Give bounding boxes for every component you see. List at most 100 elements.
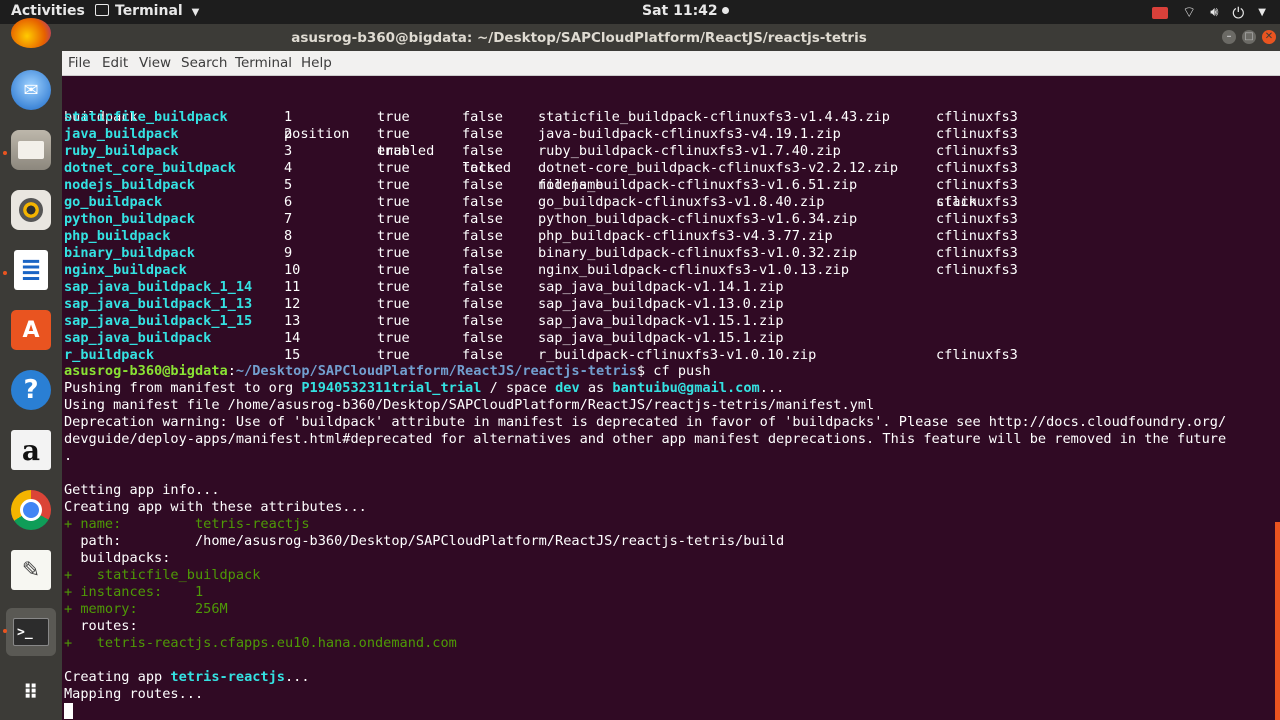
activities-button[interactable]: Activities xyxy=(11,3,85,19)
buildpack-filename: php_buildpack-cflinuxfs3-v4.3.77.zip xyxy=(538,228,833,244)
buildpack-position: 15 xyxy=(284,347,301,363)
buildpack-filename: sap_java_buildpack-v1.13.0.zip xyxy=(538,296,784,312)
top-bar: Activities Terminal ▼ Sat 11:42 ⌔ 🔊︎ ⏻ ▼ xyxy=(0,0,1280,24)
deprecation-line-1: Deprecation warning: Use of 'buildpack' … xyxy=(64,414,1227,430)
buildpack-filename: staticfile_buildpack-cflinuxfs3-v1.4.43.… xyxy=(538,109,890,125)
buildpack-enabled: true xyxy=(377,245,410,261)
attr-routes-line: routes: xyxy=(64,618,138,634)
push-mid: / space xyxy=(481,380,556,396)
menu-file[interactable]: File xyxy=(68,55,91,71)
menu-terminal[interactable]: Terminal xyxy=(235,55,292,71)
creating-prefix: Creating app xyxy=(64,669,171,685)
files-icon[interactable] xyxy=(11,130,51,170)
buildpack-enabled: true xyxy=(377,347,410,363)
manifest-line: Using manifest file /home/asusrog-b360/D… xyxy=(64,397,875,413)
prompt-user: asusrog-b360@bigdata xyxy=(64,363,228,379)
software-center-icon[interactable]: A xyxy=(11,310,51,350)
terminal-app-icon xyxy=(95,4,109,16)
buildpack-name: binary_buildpack xyxy=(64,245,195,261)
menu-view[interactable]: View xyxy=(139,55,171,71)
volume-icon[interactable]: 🔊︎ xyxy=(1210,5,1218,20)
buildpack-locked: false xyxy=(462,347,503,363)
buildpack-position: 3 xyxy=(284,143,293,159)
chevron-down-icon[interactable]: ▼ xyxy=(1258,7,1266,18)
firefox-icon[interactable] xyxy=(11,18,51,48)
wifi-icon[interactable]: ⌔ xyxy=(1182,3,1196,22)
buildpack-position: 7 xyxy=(284,211,293,227)
rhythmbox-icon[interactable] xyxy=(11,190,51,230)
minimize-button[interactable]: – xyxy=(1222,30,1236,44)
chevron-down-icon: ▼ xyxy=(191,7,200,18)
buildpack-stack: cflinuxfs3 xyxy=(936,347,1018,363)
buildpack-position: 9 xyxy=(284,245,293,261)
buildpack-enabled: true xyxy=(377,109,410,125)
buildpack-locked: false xyxy=(462,279,503,295)
close-button[interactable]: ✕ xyxy=(1262,30,1276,44)
buildpack-position: 5 xyxy=(284,177,293,193)
attr-route-line: + tetris-reactjs.cfapps.eu10.hana.ondema… xyxy=(64,635,457,651)
buildpack-filename: sap_java_buildpack-v1.15.1.zip xyxy=(538,330,784,346)
menu-search[interactable]: Search xyxy=(181,55,227,71)
buildpack-name: nginx_buildpack xyxy=(64,262,187,278)
buildpack-filename: dotnet-core_buildpack-cflinuxfs3-v2.2.12… xyxy=(538,160,899,176)
buildpack-locked: false xyxy=(462,211,503,227)
buildpack-filename: ruby_buildpack-cflinuxfs3-v1.7.40.zip xyxy=(538,143,841,159)
amazon-icon[interactable]: a xyxy=(11,430,51,470)
buildpack-enabled: true xyxy=(377,313,410,329)
buildpack-locked: false xyxy=(462,262,503,278)
app-menu-terminal[interactable]: Terminal ▼ xyxy=(95,3,199,19)
menu-help[interactable]: Help xyxy=(301,55,332,71)
terminal-output[interactable]: buildpack position enabled locked filena… xyxy=(62,92,1274,720)
attr-name-line: + name: tetris-reactjs xyxy=(64,516,310,532)
buildpack-stack: cflinuxfs3 xyxy=(936,160,1018,176)
buildpack-name: sap_java_buildpack xyxy=(64,330,212,346)
text-editor-icon[interactable]: ✎ xyxy=(11,550,51,590)
buildpack-filename: sap_java_buildpack-v1.15.1.zip xyxy=(538,313,784,329)
clock[interactable]: Sat 11:42 xyxy=(642,3,729,19)
push-as: as xyxy=(579,380,613,396)
running-indicator xyxy=(3,629,7,633)
buildpack-enabled: true xyxy=(377,279,410,295)
buildpack-stack: cflinuxfs3 xyxy=(936,262,1018,278)
buildpack-enabled: true xyxy=(377,330,410,346)
libreoffice-writer-icon[interactable]: ≣ xyxy=(14,250,48,290)
buildpack-position: 1 xyxy=(284,109,293,125)
push-suffix: ... xyxy=(759,380,785,396)
buildpack-filename: go_buildpack-cflinuxfs3-v1.8.40.zip xyxy=(538,194,825,210)
buildpack-stack: cflinuxfs3 xyxy=(936,194,1018,210)
buildpack-name: sap_java_buildpack_1_15 xyxy=(64,313,253,329)
scrollbar[interactable] xyxy=(1275,522,1280,720)
attr-staticfile-line: + staticfile_buildpack xyxy=(64,567,261,583)
buildpack-filename: nginx_buildpack-cflinuxfs3-v1.0.13.zip xyxy=(538,262,849,278)
maximize-button[interactable]: □ xyxy=(1242,30,1256,44)
buildpack-filename: python_buildpack-cflinuxfs3-v1.6.34.zip xyxy=(538,211,858,227)
buildpack-name: go_buildpack xyxy=(64,194,163,210)
chrome-icon[interactable] xyxy=(11,490,51,530)
buildpack-filename: java-buildpack-cflinuxfs3-v4.19.1.zip xyxy=(538,126,841,142)
space-name: dev xyxy=(555,380,580,396)
buildpack-position: 6 xyxy=(284,194,293,210)
buildpack-locked: false xyxy=(462,160,503,176)
buildpack-name: nodejs_buildpack xyxy=(64,177,195,193)
buildpack-locked: false xyxy=(462,177,503,193)
buildpack-locked: false xyxy=(462,330,503,346)
buildpack-table-header: buildpack position enabled locked filena… xyxy=(64,92,977,210)
window-titlebar[interactable]: asusrog-b360@bigdata: ~/Desktop/SAPCloud… xyxy=(62,24,1280,51)
org-name: P1940532311trial_trial xyxy=(301,380,482,396)
menu-edit[interactable]: Edit xyxy=(102,55,128,71)
screen-record-icon[interactable] xyxy=(1152,6,1169,19)
deprecation-line-2: devguide/deploy-apps/manifest.html#depre… xyxy=(64,431,1227,447)
window-title: asusrog-b360@bigdata: ~/Desktop/SAPCloud… xyxy=(291,30,867,46)
push-line: Pushing from manifest to org P1940532311… xyxy=(64,380,784,397)
terminal-icon[interactable]: >_ xyxy=(6,608,56,656)
help-icon[interactable]: ? xyxy=(11,370,51,410)
clock-text: Sat 11:42 xyxy=(642,3,718,19)
buildpack-enabled: true xyxy=(377,228,410,244)
thunderbird-icon[interactable]: ✉ xyxy=(11,70,51,110)
power-icon[interactable]: ⏻ xyxy=(1232,4,1244,22)
creating-attrs-line: Creating app with these attributes... xyxy=(64,499,367,515)
attr-buildpacks-line: buildpacks: xyxy=(64,550,171,566)
prompt-path: ~/Desktop/SAPCloudPlatform/ReactJS/react… xyxy=(235,363,637,379)
show-apps-icon[interactable]: ⠿ xyxy=(11,672,51,712)
buildpack-position: 8 xyxy=(284,228,293,244)
